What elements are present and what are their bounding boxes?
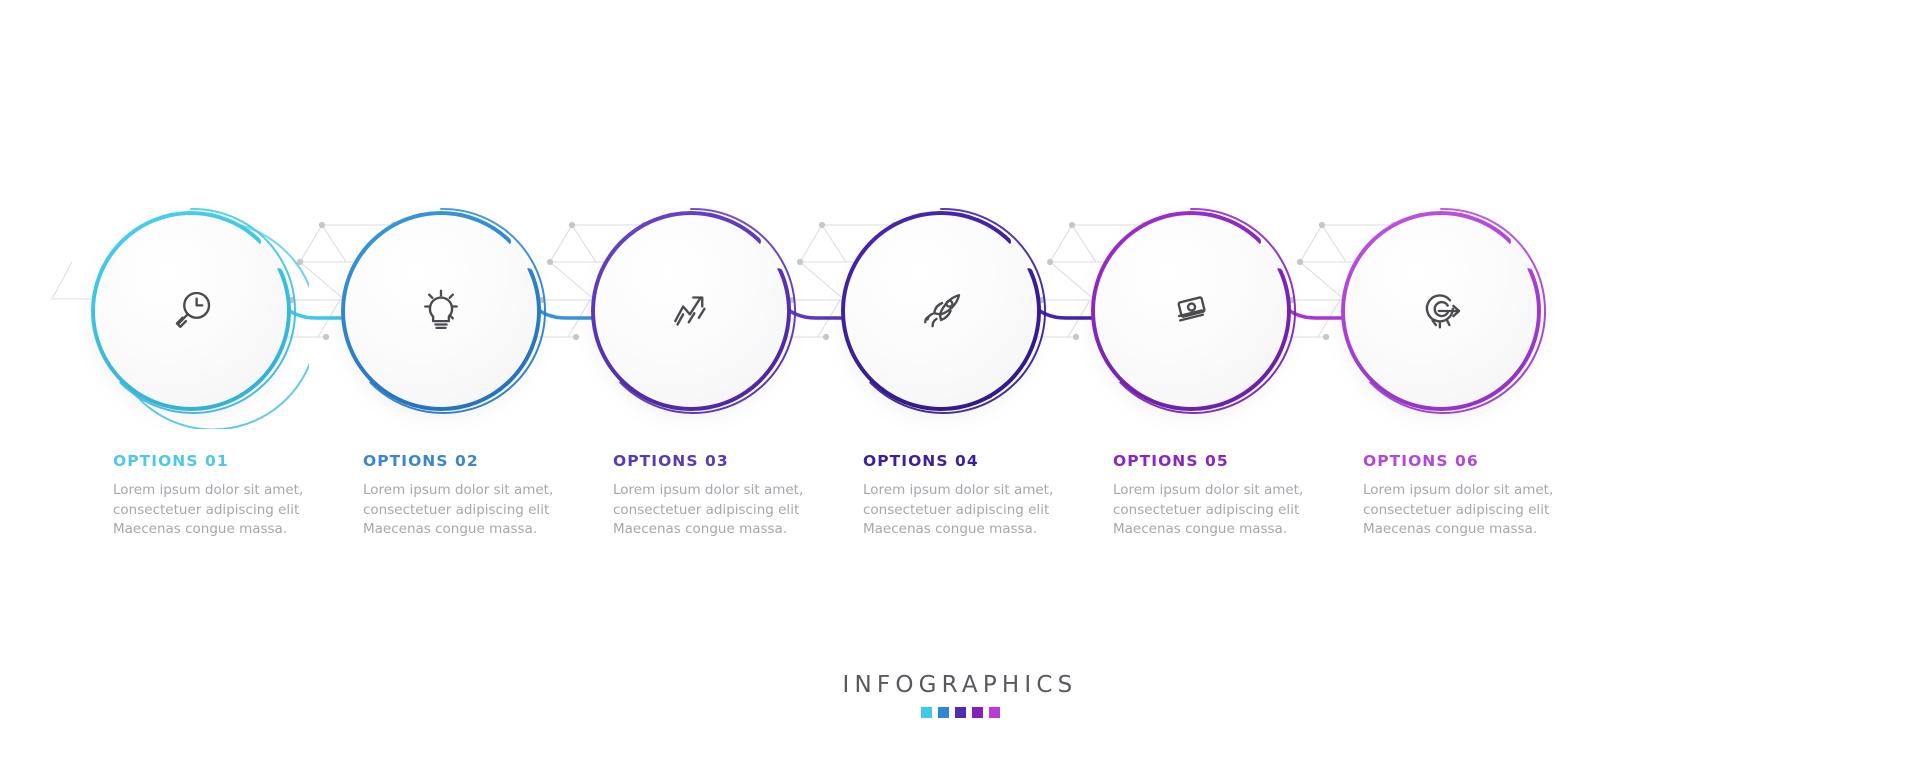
caption-title-4: OPTIONS 04 bbox=[863, 452, 979, 470]
growth-chart-icon bbox=[664, 284, 718, 338]
target-arrow-icon bbox=[1414, 284, 1468, 338]
caption-title-6: OPTIONS 06 bbox=[1363, 452, 1479, 470]
caption-title-5: OPTIONS 05 bbox=[1113, 452, 1229, 470]
money-stack-icon bbox=[1164, 284, 1218, 338]
step-disc-3 bbox=[595, 215, 787, 407]
rocket-icon bbox=[914, 284, 968, 338]
lightbulb-icon bbox=[414, 284, 468, 338]
caption-6: OPTIONS 06 Lorem ipsum dolor sit amet, c… bbox=[1363, 452, 1603, 540]
infographic-canvas: OPTIONS 01 Lorem ipsum dolor sit amet, c… bbox=[0, 0, 1920, 768]
caption-5: OPTIONS 05 Lorem ipsum dolor sit amet, c… bbox=[1113, 452, 1353, 540]
step-circle-6[interactable] bbox=[1323, 193, 1559, 429]
caption-body-2: Lorem ipsum dolor sit amet, consectetuer… bbox=[363, 482, 554, 537]
step-circle-3[interactable] bbox=[573, 193, 809, 429]
step-disc-1 bbox=[95, 215, 287, 407]
caption-title-3: OPTIONS 03 bbox=[613, 452, 729, 470]
step-disc-6 bbox=[1345, 215, 1537, 407]
step-circle-5[interactable] bbox=[1073, 193, 1309, 429]
footer: INFOGRAPHICS bbox=[0, 672, 1920, 718]
step-circle-2[interactable] bbox=[323, 193, 559, 429]
caption-body-4: Lorem ipsum dolor sit amet, consectetuer… bbox=[863, 482, 1054, 537]
caption-2: OPTIONS 02 Lorem ipsum dolor sit amet, c… bbox=[363, 452, 603, 540]
caption-title-2: OPTIONS 02 bbox=[363, 452, 479, 470]
caption-1: OPTIONS 01 Lorem ipsum dolor sit amet, c… bbox=[113, 452, 353, 540]
swatch-1 bbox=[920, 707, 932, 718]
caption-body-5: Lorem ipsum dolor sit amet, consectetuer… bbox=[1113, 482, 1304, 537]
caption-body-1: Lorem ipsum dolor sit amet, consectetuer… bbox=[113, 482, 304, 537]
step-circle-4[interactable] bbox=[823, 193, 1059, 429]
step-circles-row bbox=[0, 183, 1920, 453]
magnifier-clock-icon bbox=[164, 284, 218, 338]
caption-4: OPTIONS 04 Lorem ipsum dolor sit amet, c… bbox=[863, 452, 1103, 540]
step-disc-4 bbox=[845, 215, 1037, 407]
caption-body-6: Lorem ipsum dolor sit amet, consectetuer… bbox=[1363, 482, 1554, 537]
swatch-2 bbox=[937, 707, 949, 718]
step-disc-5 bbox=[1095, 215, 1287, 407]
step-disc-2 bbox=[345, 215, 537, 407]
swatch-5 bbox=[988, 707, 1000, 718]
swatch-4 bbox=[971, 707, 983, 718]
step-circle-1[interactable] bbox=[73, 193, 309, 429]
caption-title-1: OPTIONS 01 bbox=[113, 452, 229, 470]
caption-body-3: Lorem ipsum dolor sit amet, consectetuer… bbox=[613, 482, 804, 537]
swatch-row bbox=[0, 707, 1920, 718]
infographics-title: INFOGRAPHICS bbox=[842, 672, 1078, 698]
caption-3: OPTIONS 03 Lorem ipsum dolor sit amet, c… bbox=[613, 452, 853, 540]
swatch-3 bbox=[954, 707, 966, 718]
